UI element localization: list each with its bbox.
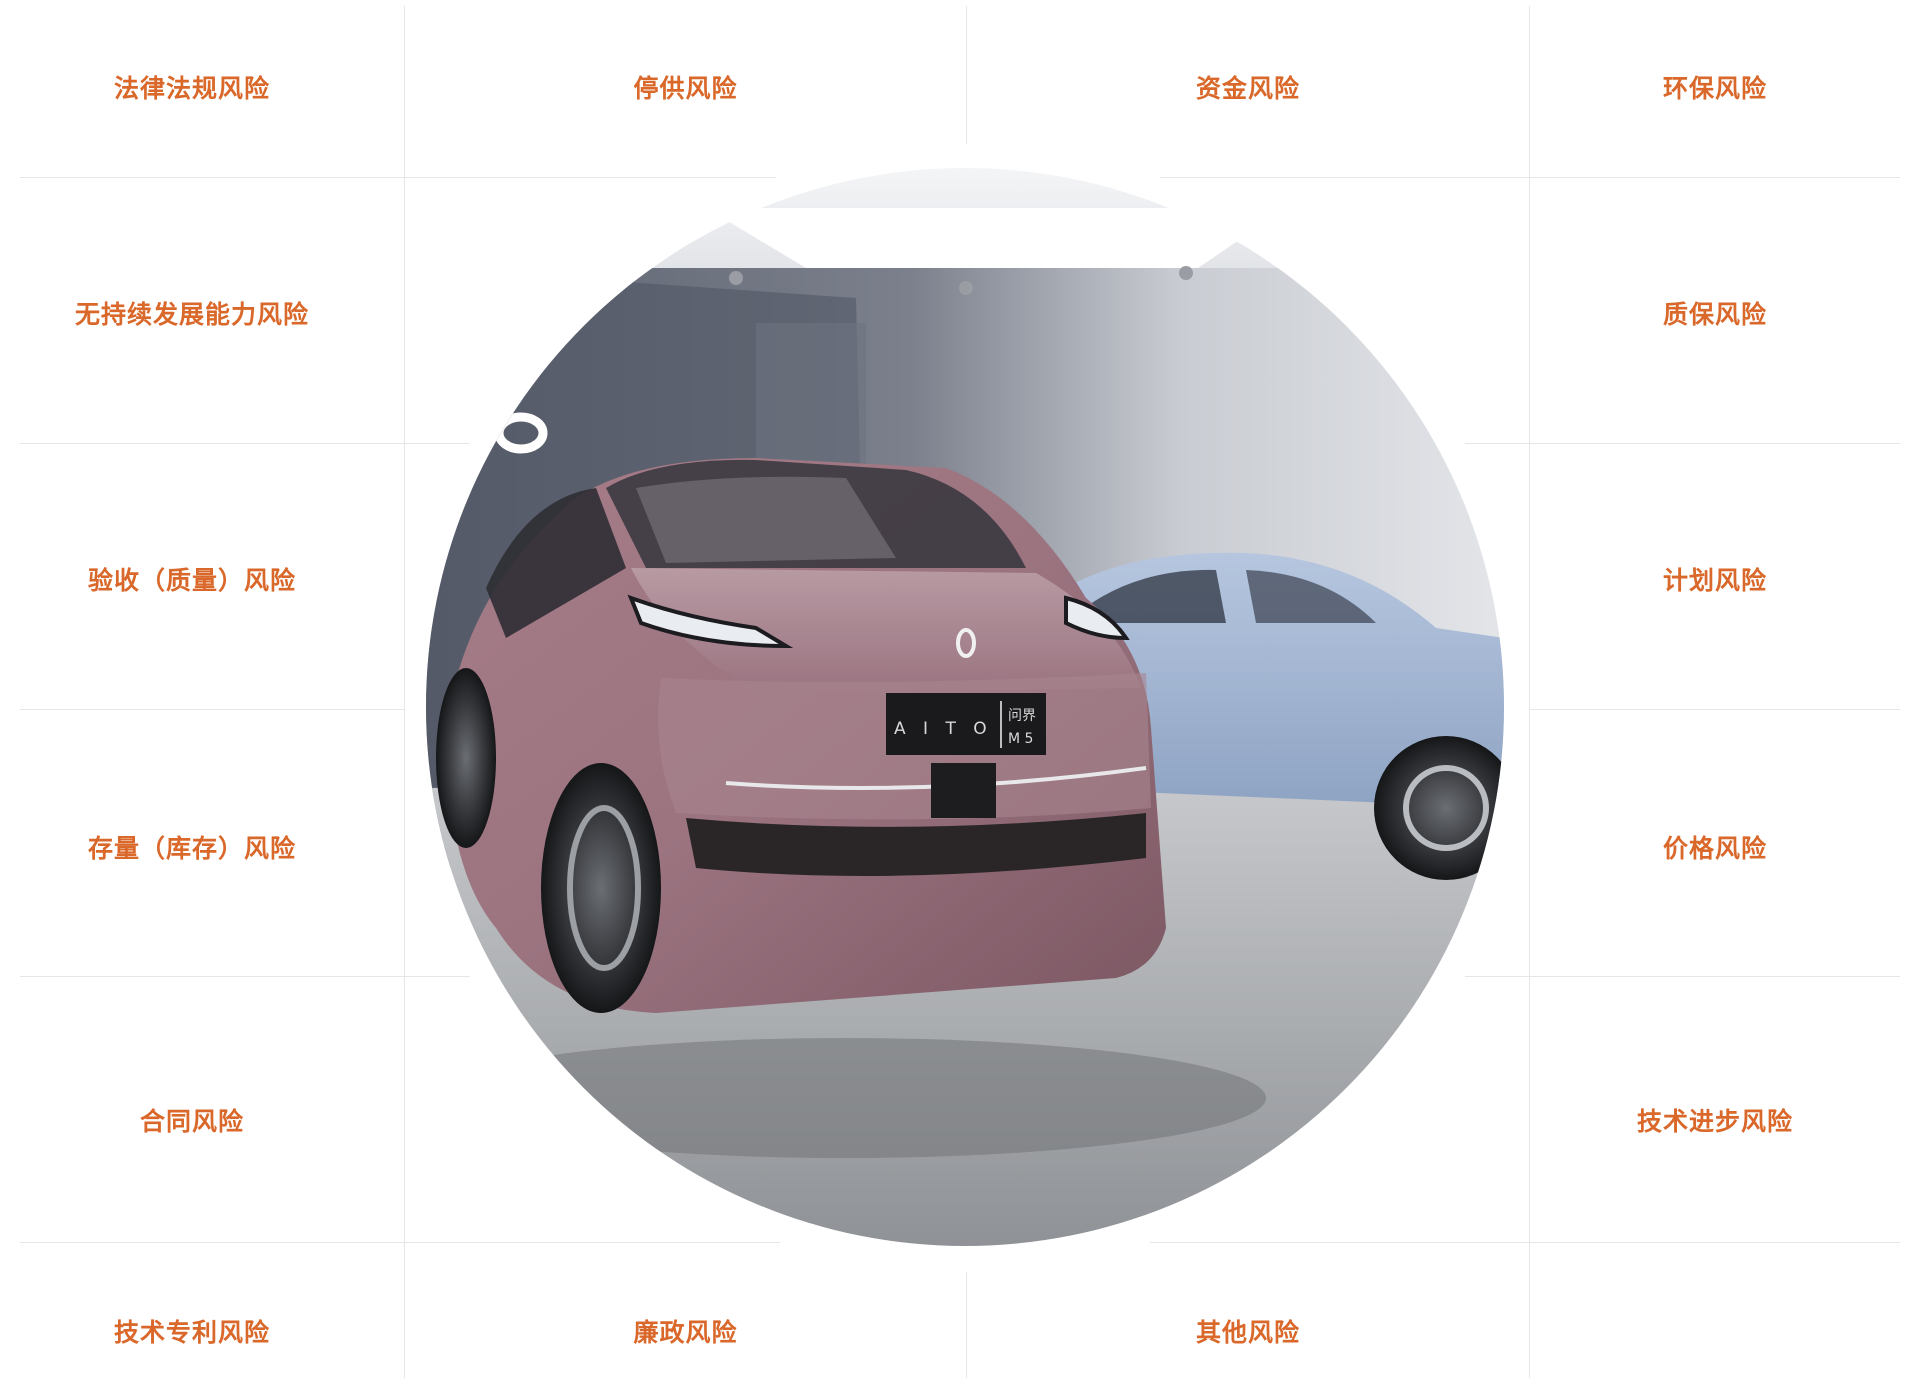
plate-brand: A I T O bbox=[894, 719, 993, 739]
risk-funds[interactable]: 资金风险 bbox=[967, 40, 1529, 134]
grid-line bbox=[1160, 177, 1900, 178]
risk-inventory[interactable]: 存量（库存）风险 bbox=[20, 800, 364, 894]
risk-legal[interactable]: 法律法规风险 bbox=[20, 40, 364, 134]
grid-line bbox=[20, 177, 776, 178]
grid-line bbox=[20, 1242, 780, 1243]
grid-line bbox=[20, 709, 405, 710]
risk-integrity[interactable]: 廉政风险 bbox=[405, 1284, 966, 1378]
risk-categories-board: A I T O 问界 M 5 法律法规风险 停供风险 资金风险 环保风险 无持续… bbox=[0, 0, 1912, 1378]
grid-line bbox=[1465, 976, 1900, 977]
risk-plan[interactable]: 计划风险 bbox=[1530, 532, 1900, 626]
car-showroom-photo: A I T O 问界 M 5 bbox=[426, 168, 1504, 1246]
car-showroom-illustration: A I T O 问界 M 5 bbox=[426, 168, 1504, 1246]
risk-acceptance-quality[interactable]: 验收（质量）风险 bbox=[20, 532, 364, 626]
risk-other[interactable]: 其他风险 bbox=[967, 1284, 1529, 1378]
grid-line bbox=[1529, 6, 1530, 1378]
risk-sustainability[interactable]: 无持续发展能力风险 bbox=[20, 266, 364, 360]
risk-contract[interactable]: 合同风险 bbox=[20, 1073, 364, 1167]
grid-line bbox=[20, 443, 470, 444]
risk-price[interactable]: 价格风险 bbox=[1530, 800, 1900, 894]
grid-line bbox=[20, 976, 470, 977]
risk-supply-stop[interactable]: 停供风险 bbox=[405, 40, 966, 134]
plate-model-cn: 问界 bbox=[1008, 708, 1036, 724]
grid-line bbox=[1465, 443, 1900, 444]
grid-line bbox=[404, 6, 405, 1378]
grid-line bbox=[1530, 709, 1900, 710]
plate-model: M 5 bbox=[1008, 731, 1033, 747]
risk-patent[interactable]: 技术专利风险 bbox=[20, 1284, 364, 1378]
risk-warranty[interactable]: 质保风险 bbox=[1530, 266, 1900, 360]
grid-line bbox=[1150, 1242, 1900, 1243]
risk-tech-progress[interactable]: 技术进步风险 bbox=[1530, 1073, 1900, 1167]
risk-environmental[interactable]: 环保风险 bbox=[1530, 40, 1900, 134]
